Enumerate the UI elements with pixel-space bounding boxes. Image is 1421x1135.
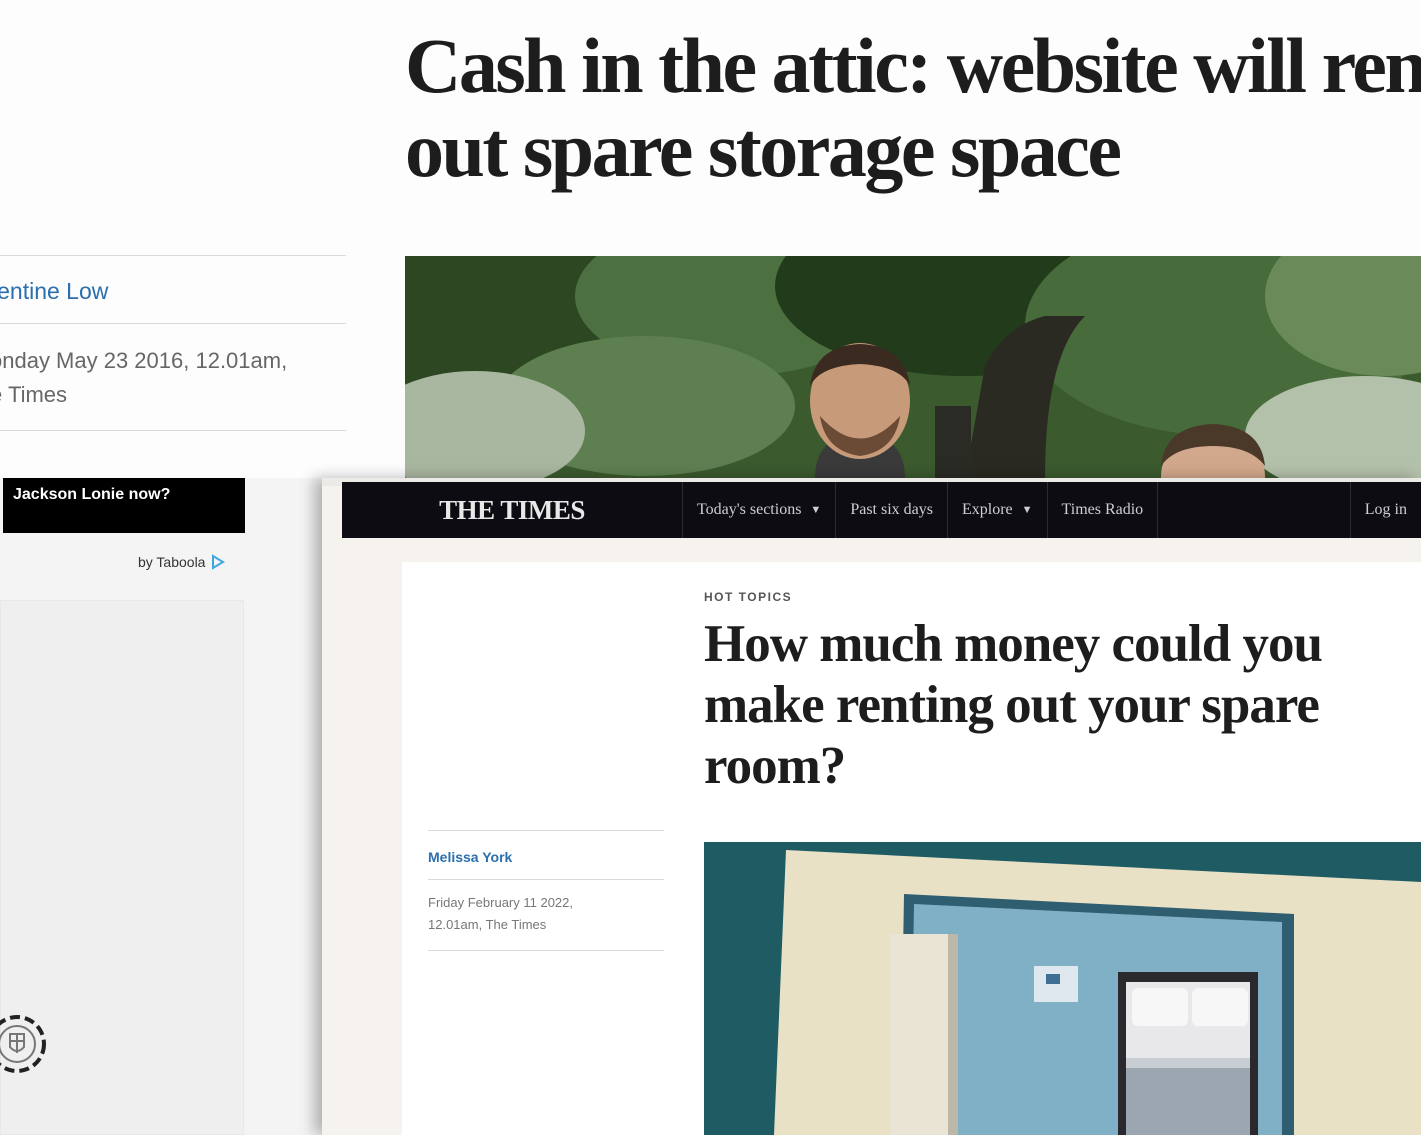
nav-item-label: Today's sections <box>697 501 802 518</box>
times-nav-bar: THE TIMES Today's sections ▼ Past six da… <box>342 482 1421 538</box>
photo-two-men-under-tree <box>405 256 1421 478</box>
front-article-content: HOT TOPICS How much money could you make… <box>402 562 1421 1135</box>
taboola-recommendation-card[interactable]: Jackson Lonie now? <box>3 478 245 533</box>
nav-explore[interactable]: Explore ▼ <box>946 482 1047 538</box>
nav-item-label: Past six days <box>850 501 933 518</box>
divider <box>428 950 664 951</box>
back-article-dateline: onday May 23 2016, 12.01am, e Times <box>0 324 346 430</box>
front-article-author-link[interactable]: Melissa York <box>428 831 664 879</box>
front-article-illustration <box>704 842 1421 1135</box>
back-article-date: onday May 23 2016, 12.01am, <box>0 348 288 373</box>
divider <box>0 430 346 431</box>
back-article-page: Cash in the attic: website will rent out… <box>0 0 1421 478</box>
back-article-byline: lentine Low onday May 23 2016, 12.01am, … <box>0 255 346 431</box>
back-article-publication: e Times <box>0 382 68 407</box>
front-article-headline: How much money could you make renting ou… <box>704 615 1323 795</box>
nav-login-label: Log in <box>1364 501 1407 518</box>
taboola-card-text: Jackson Lonie now? <box>13 486 171 503</box>
seal-icon <box>0 1015 46 1073</box>
nav-spacer <box>1157 482 1350 538</box>
taboola-credit-text: by Taboola <box>138 554 206 570</box>
back-article-headline: Cash in the attic: website will rent out… <box>405 22 1421 193</box>
back-article-photo <box>405 256 1421 478</box>
chevron-down-icon: ▼ <box>810 504 822 516</box>
front-article-date: Friday February 11 2022, <box>428 895 573 910</box>
nav-past-six-days[interactable]: Past six days <box>835 482 947 538</box>
nav-login-button[interactable]: Log in <box>1349 482 1421 538</box>
nav-times-radio[interactable]: Times Radio <box>1046 482 1158 538</box>
nav-item-label: Times Radio <box>1061 501 1144 518</box>
front-article-publication: 12.01am, The Times <box>428 917 547 932</box>
front-article-byline: Melissa York Friday February 11 2022, 12… <box>428 830 664 951</box>
taboola-play-icon <box>212 554 226 570</box>
back-article-author-link[interactable]: lentine Low <box>0 256 346 323</box>
nav-item-label: Explore <box>961 501 1013 518</box>
chevron-down-icon: ▼ <box>1021 504 1033 516</box>
front-article-page: THE TIMES Today's sections ▼ Past six da… <box>322 478 1421 1135</box>
taboola-credit-link[interactable]: by Taboola <box>138 554 226 570</box>
front-article-dateline: Friday February 11 2022, 12.01am, The Ti… <box>428 880 664 950</box>
taboola-sidebar: Jackson Lonie now? by Taboola <box>0 478 322 1135</box>
illustration-bedroom-room <box>704 842 1421 1135</box>
article-kicker[interactable]: HOT TOPICS <box>704 590 792 604</box>
nav-todays-sections[interactable]: Today's sections ▼ <box>682 482 835 538</box>
times-masthead-logo[interactable]: THE TIMES <box>342 495 682 526</box>
